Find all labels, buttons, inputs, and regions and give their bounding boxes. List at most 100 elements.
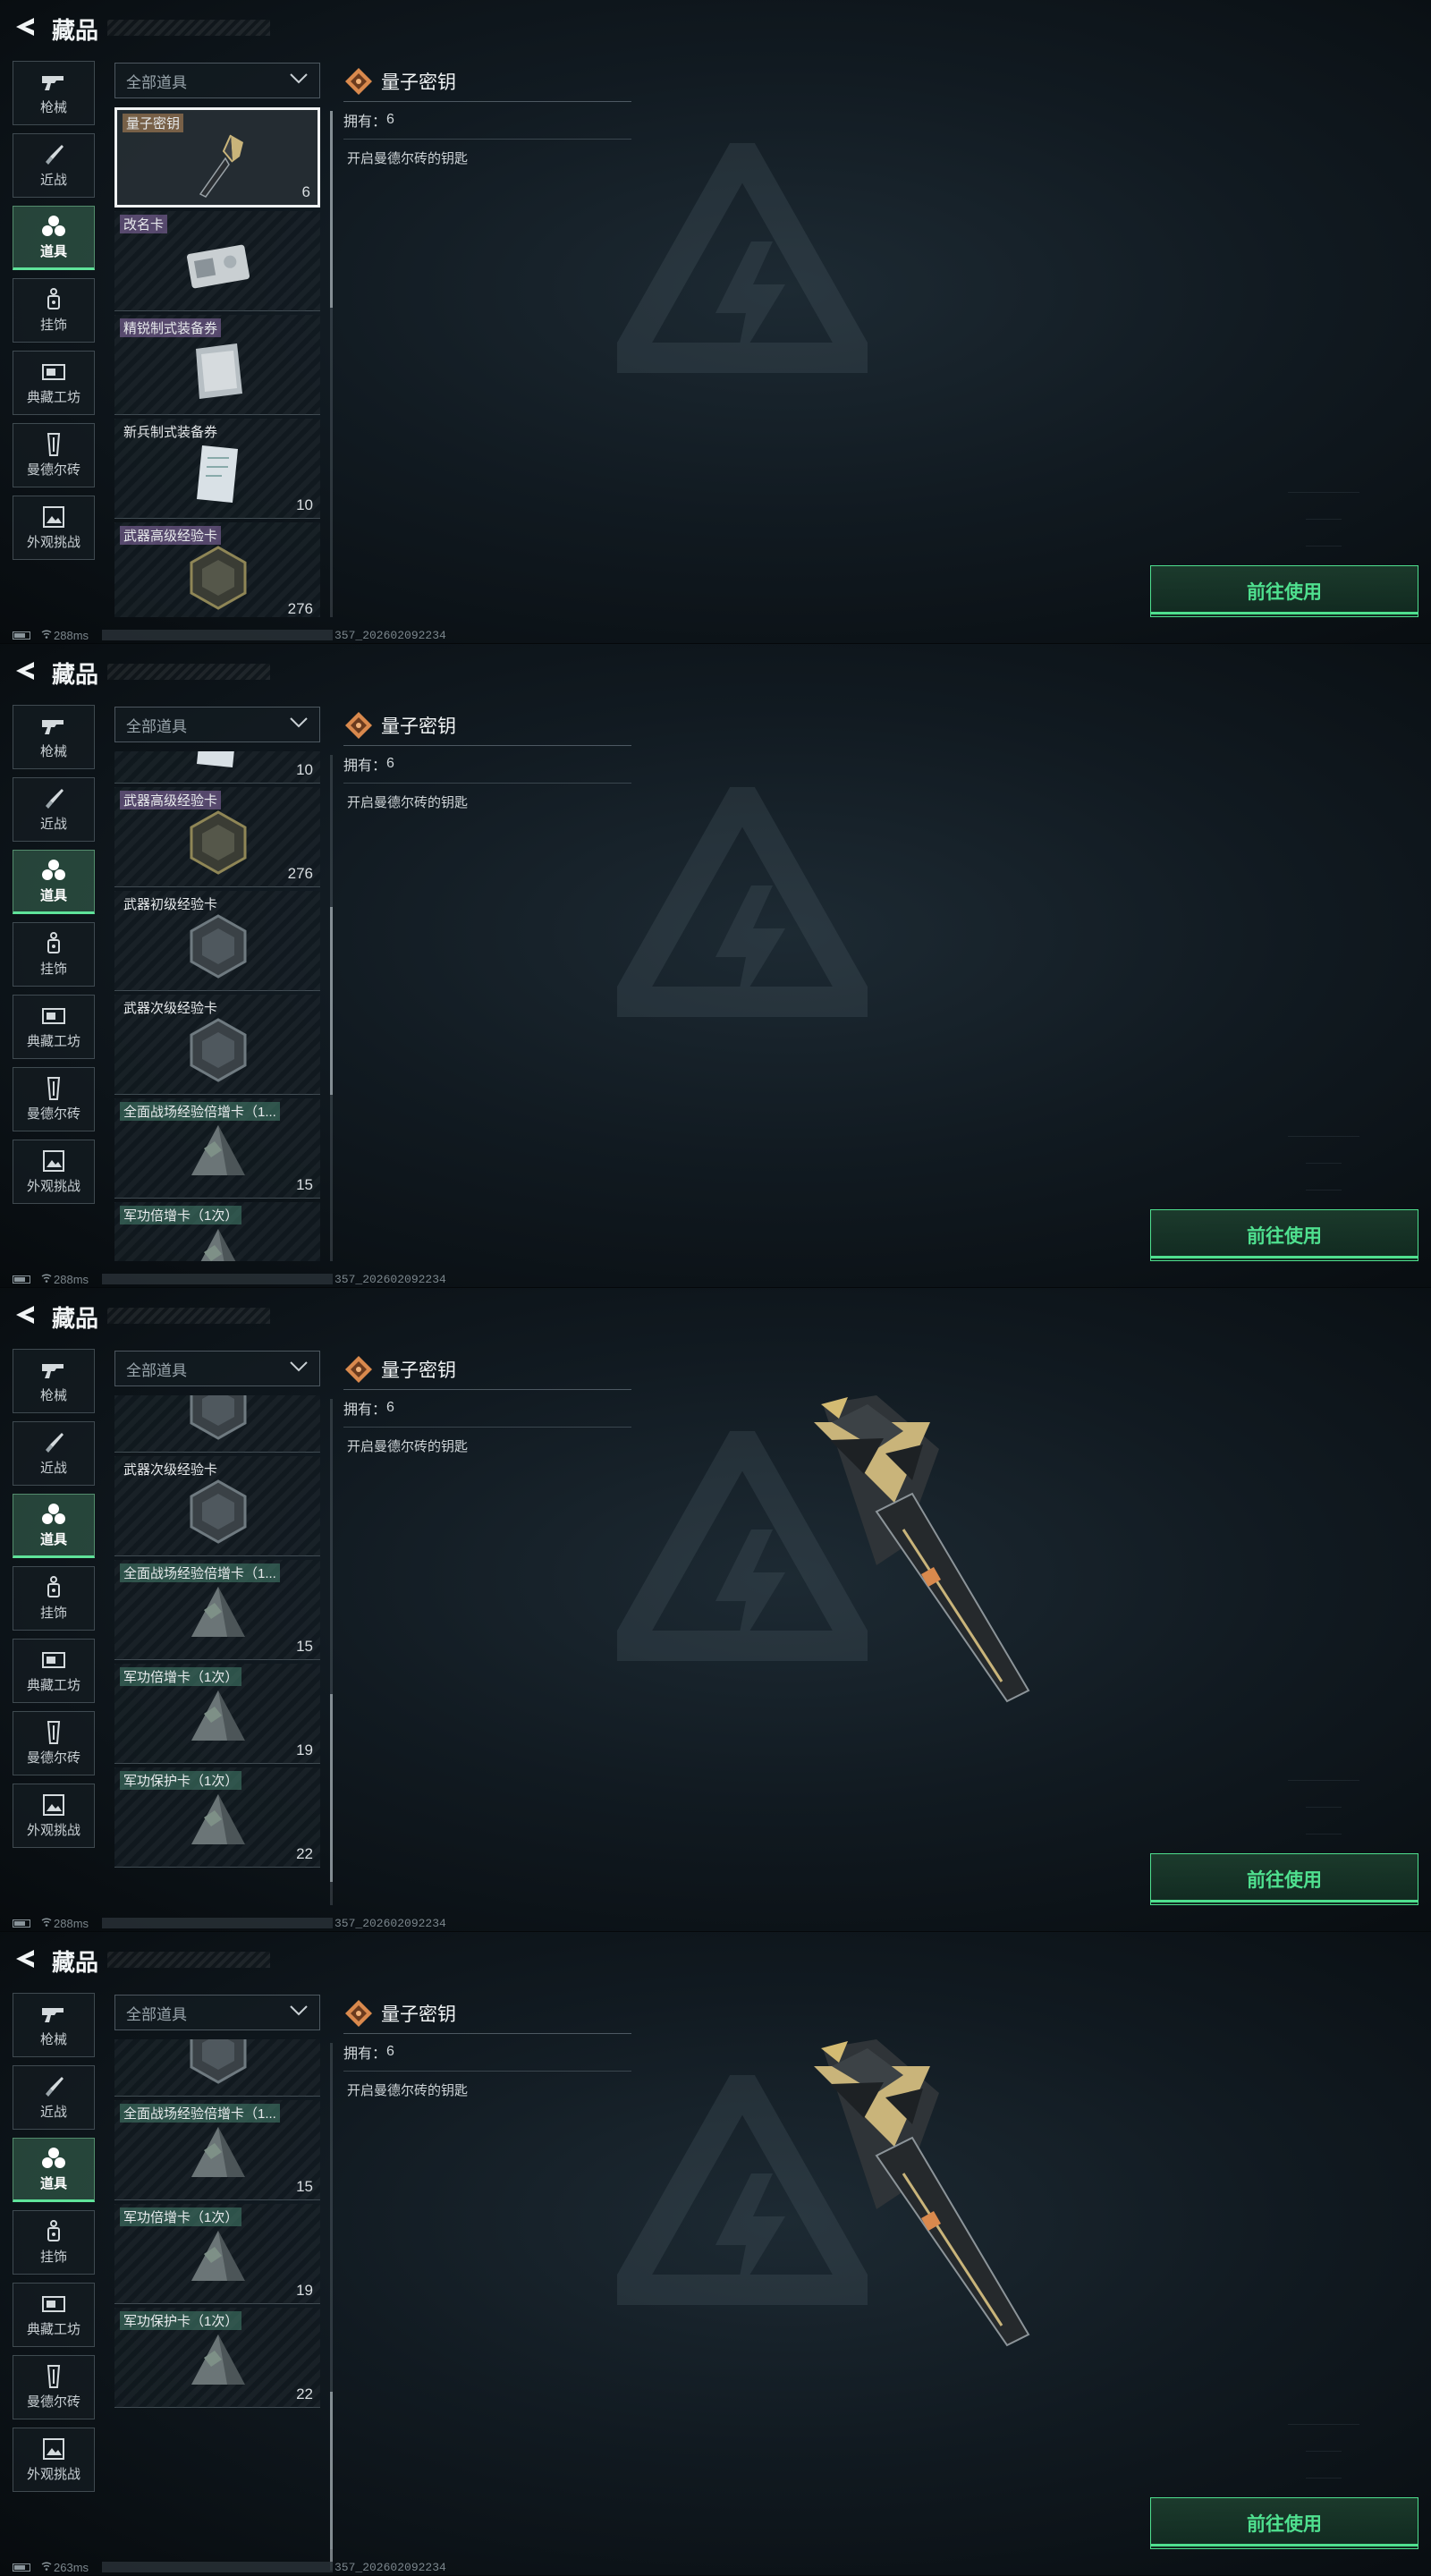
item-filter-dropdown[interactable]: 全部道具 [114, 1351, 320, 1386]
go-use-button[interactable]: 前往使用 [1150, 2497, 1418, 2549]
nav-item-guns[interactable]: 枪械 [13, 1349, 95, 1413]
quality-diamond-icon [343, 710, 374, 741]
item-card[interactable]: 军功保护卡（1次） 22 [114, 2308, 320, 2408]
list-scrollbar[interactable] [330, 2043, 333, 2571]
nav-item-appearance[interactable]: 外观挑战 [13, 496, 95, 560]
nav-item-charms[interactable]: 挂饰 [13, 2210, 95, 2275]
nav-item-items[interactable]: 道具 [13, 850, 95, 914]
item-card[interactable]: 武器高级经验卡 276 [114, 522, 320, 617]
nav-item-workshop[interactable]: 典藏工坊 [13, 1639, 95, 1703]
build-id: 357_202602092234 [334, 1917, 446, 1930]
back-arrow-icon[interactable] [13, 658, 38, 683]
nav-item-mandel[interactable]: 曼德尔砖 [13, 1711, 95, 1775]
scrollbar-thumb[interactable] [330, 1694, 333, 1882]
nav-item-workshop[interactable]: 典藏工坊 [13, 2283, 95, 2347]
item-pyramid-icon [184, 2122, 252, 2190]
nav-item-items[interactable]: 道具 [13, 206, 95, 270]
items-icon [40, 1503, 67, 1526]
nav-item-melee[interactable]: 近战 [13, 1421, 95, 1486]
nav-item-appearance[interactable]: 外观挑战 [13, 1140, 95, 1204]
list-scrollbar[interactable] [330, 755, 333, 1261]
nav-item-items[interactable]: 道具 [13, 2138, 95, 2202]
item-card[interactable]: 军功保护卡（1次） 22 [114, 1767, 320, 1868]
item-card[interactable]: 武器初级经验卡 [114, 1395, 320, 1453]
nav-item-melee[interactable]: 近战 [13, 777, 95, 842]
nav-item-items[interactable]: 道具 [13, 1494, 95, 1558]
nav-item-appearance[interactable]: 外观挑战 [13, 2428, 95, 2492]
item-card[interactable]: 军功倍增卡（1次）19 [114, 1202, 320, 1261]
back-arrow-icon[interactable] [13, 14, 38, 39]
item-list[interactable]: 量子密钥6改名卡精锐制式装备券新兵制式装备券10武器高级经验卡276武器初级经验… [114, 2039, 322, 2549]
nav-item-guns[interactable]: 枪械 [13, 61, 95, 125]
redacted-bar [102, 1918, 333, 1928]
go-use-button[interactable]: 前往使用 [1150, 565, 1418, 617]
nav-item-charms[interactable]: 挂饰 [13, 278, 95, 343]
chevron-down-icon [289, 1360, 309, 1377]
nav-item-label: 外观挑战 [26, 2466, 80, 2482]
nav-item-charms[interactable]: 挂饰 [13, 1566, 95, 1631]
item-filter-dropdown[interactable]: 全部道具 [114, 1995, 320, 2030]
owned-row: 拥有：6 [343, 753, 631, 784]
decor-line [1306, 1190, 1342, 1191]
list-scrollbar[interactable] [330, 111, 333, 617]
item-filter-dropdown[interactable]: 全部道具 [114, 63, 320, 98]
item-card[interactable]: 全面战场经验倍增卡（1... 15 [114, 1098, 320, 1199]
ping-text: 288ms [54, 1917, 89, 1930]
item-list[interactable]: 量子密钥6改名卡精锐制式装备券新兵制式装备券10武器高级经验卡276武器初级经验… [114, 1395, 322, 1905]
item-card[interactable]: 全面战场经验倍增卡（1... 15 [114, 2100, 320, 2200]
nav-item-label: 枪械 [39, 1387, 67, 1403]
charm-icon [40, 1575, 67, 1599]
item-card[interactable]: 武器高级经验卡 276 [114, 787, 320, 887]
nav-item-melee[interactable]: 近战 [13, 133, 95, 198]
nav-item-guns[interactable]: 枪械 [13, 705, 95, 769]
go-use-button[interactable]: 前往使用 [1150, 1209, 1418, 1261]
quality-diamond-icon [343, 1354, 374, 1385]
item-card[interactable]: 军功倍增卡（1次）19 [114, 2204, 320, 2304]
decor-line [1288, 2424, 1359, 2425]
item-count: 10 [296, 761, 313, 778]
item-card[interactable]: 武器次级经验卡 [114, 995, 320, 1095]
nav-item-charms[interactable]: 挂饰 [13, 922, 95, 987]
go-use-button[interactable]: 前往使用 [1150, 1853, 1418, 1905]
go-use-label: 前往使用 [1247, 1226, 1322, 1247]
nav-item-workshop[interactable]: 典藏工坊 [13, 995, 95, 1059]
item-card[interactable]: 新兵制式装备券10 [114, 751, 320, 784]
ping-text: 288ms [54, 1273, 89, 1286]
detail-title: 量子密钥 [381, 2004, 456, 2025]
item-list[interactable]: 量子密钥6改名卡精锐制式装备券新兵制式装备券10武器高级经验卡276武器初级经验… [114, 751, 322, 1261]
item-count: 6 [301, 183, 310, 200]
item-card[interactable]: 新兵制式装备券10 [114, 419, 320, 519]
nav-item-mandel[interactable]: 曼德尔砖 [13, 423, 95, 487]
item-filter-dropdown[interactable]: 全部道具 [114, 707, 320, 742]
owned-label: 拥有： [343, 758, 387, 774]
owned-row: 拥有：6 [343, 109, 631, 140]
item-list-content: 量子密钥6改名卡精锐制式装备券新兵制式装备券10武器高级经验卡276武器初级经验… [114, 107, 322, 617]
item-card[interactable]: 武器次级经验卡 [114, 2039, 320, 2097]
item-card[interactable]: 军功倍增卡（1次）19 [114, 1664, 320, 1764]
nav-item-guns[interactable]: 枪械 [13, 1993, 95, 2057]
item-name: 全面战场经验倍增卡（1... [120, 2104, 280, 2123]
nav-item-melee[interactable]: 近战 [13, 2065, 95, 2130]
nav-item-appearance[interactable]: 外观挑战 [13, 1784, 95, 1848]
item-list[interactable]: 量子密钥6改名卡精锐制式装备券新兵制式装备券10武器高级经验卡276武器初级经验… [114, 107, 322, 617]
item-count: 19 [296, 1741, 313, 1758]
nav-item-workshop[interactable]: 典藏工坊 [13, 351, 95, 415]
nav-item-mandel[interactable]: 曼德尔砖 [13, 1067, 95, 1131]
back-arrow-icon[interactable] [13, 1302, 38, 1327]
quantum-key-render-icon [716, 1368, 1037, 1726]
scrollbar-thumb[interactable] [330, 907, 333, 1095]
item-card[interactable]: 改名卡 [114, 211, 320, 311]
scrollbar-thumb[interactable] [330, 2392, 333, 2571]
list-scrollbar[interactable] [330, 1399, 333, 1905]
scrollbar-thumb[interactable] [330, 111, 333, 308]
header: 藏品 [0, 644, 358, 701]
item-card[interactable]: 量子密钥 6 [114, 107, 320, 208]
item-pyramid-icon [184, 2329, 252, 2397]
back-arrow-icon[interactable] [13, 1946, 38, 1971]
item-card[interactable]: 武器初级经验卡 [114, 891, 320, 991]
item-name: 军功倍增卡（1次） [120, 2207, 242, 2226]
item-card[interactable]: 全面战场经验倍增卡（1... 15 [114, 1560, 320, 1660]
nav-item-mandel[interactable]: 曼德尔砖 [13, 2355, 95, 2419]
item-card[interactable]: 精锐制式装备券 [114, 315, 320, 415]
item-card[interactable]: 武器次级经验卡 [114, 1456, 320, 1556]
